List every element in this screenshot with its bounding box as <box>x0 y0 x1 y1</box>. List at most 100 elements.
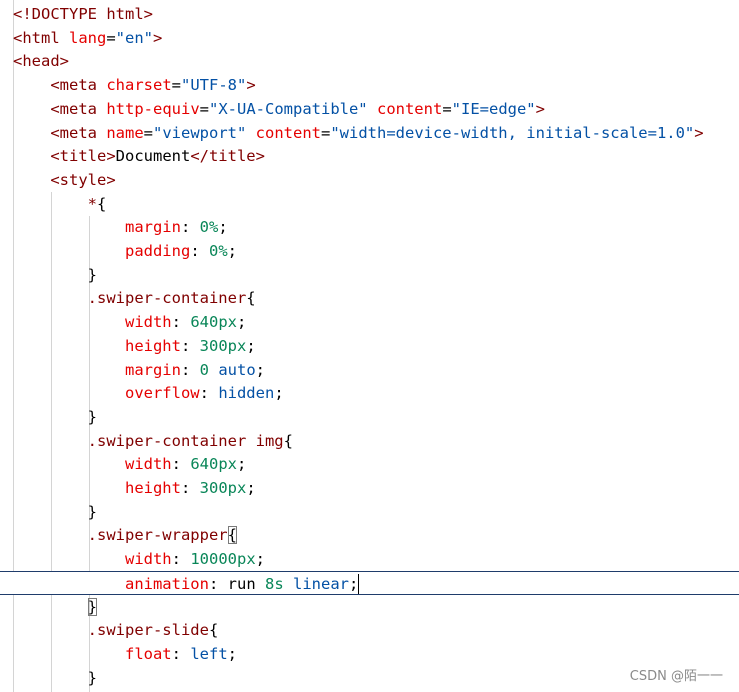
code-line[interactable]: float: left; <box>0 642 739 666</box>
code-line[interactable]: } <box>0 405 739 429</box>
code-token: ; <box>255 360 266 379</box>
code-token: : <box>180 218 200 237</box>
code-line[interactable]: margin: 0%; <box>0 215 739 239</box>
code-line[interactable]: } <box>0 263 739 287</box>
code-line[interactable]: .swiper-slide{ <box>0 618 739 642</box>
code-line[interactable]: animation: run 8s linear; <box>0 570 739 595</box>
code-token: hidden <box>218 384 275 403</box>
code-token: ; <box>227 242 237 260</box>
code-token: "X-UA-Compatible" <box>209 99 377 118</box>
code-token: } <box>87 265 97 284</box>
code-token: <meta <box>50 123 107 142</box>
code-line[interactable]: width: 640px; <box>0 310 739 334</box>
code-line[interactable]: .swiper-wrapper{ <box>0 523 739 547</box>
code-token: { <box>283 431 293 450</box>
code-editor[interactable]: <!DOCTYPE html> <html lang="en"> <head> <m… <box>0 0 739 692</box>
code-token: content <box>255 123 321 142</box>
code-token: <title> <box>50 147 116 166</box>
code-line[interactable]: .swiper-container img{ <box>0 429 739 453</box>
code-token: : <box>199 384 219 403</box>
code-token: * <box>87 194 97 213</box>
code-token: 640px <box>190 313 237 332</box>
code-token: { <box>97 194 107 213</box>
code-line[interactable]: overflow: hidden; <box>0 381 739 405</box>
code-line[interactable]: .swiper-container{ <box>0 286 739 310</box>
code-token: ; <box>237 313 247 332</box>
code-token: animation <box>124 574 209 593</box>
code-token: 0% <box>199 218 219 237</box>
code-token: charset <box>106 76 172 95</box>
code-line[interactable]: <style> <box>0 168 739 192</box>
code-token: "width=device-width, initial-scale=1.0" <box>330 123 695 142</box>
code-token: </title> <box>190 147 265 166</box>
text-cursor <box>358 574 360 595</box>
watermark: CSDN @陌一一 <box>629 669 723 684</box>
code-token: } <box>87 597 97 616</box>
code-line[interactable]: <!DOCTYPE html> <box>0 2 739 26</box>
code-line[interactable]: <meta http-equiv="X-UA-Compatible" conte… <box>0 97 739 121</box>
code-token: : <box>171 455 191 474</box>
code-token: : <box>180 336 200 355</box>
code-token: .swiper-container <box>87 289 247 308</box>
code-token: "viewport" <box>153 123 256 142</box>
code-line[interactable]: <head> <box>0 49 739 73</box>
code-line[interactable]: margin: 0 auto; <box>0 358 739 382</box>
code-token: width <box>124 313 172 332</box>
code-line[interactable]: <meta charset="UTF-8"> <box>0 73 739 97</box>
code-token: > <box>153 28 163 47</box>
code-line[interactable]: <title>Document</title> <box>0 144 739 168</box>
code-token: "UTF-8" <box>181 76 247 95</box>
code-token: } <box>87 407 97 426</box>
code-token: : <box>180 360 200 379</box>
code-token: ; <box>274 384 284 403</box>
code-line[interactable]: padding: 0%; <box>0 239 739 263</box>
code-token: : <box>180 479 200 497</box>
code-token: content <box>376 99 443 118</box>
code-token: "en" <box>115 28 153 47</box>
code-token: 0 <box>199 360 209 379</box>
code-token: lang <box>69 28 107 47</box>
code-line[interactable]: width: 640px; <box>0 452 739 476</box>
code-token: .swiper-wrapper <box>87 526 228 545</box>
code-token: width <box>124 550 172 569</box>
code-token: = <box>320 123 331 142</box>
code-token: ; <box>237 455 247 474</box>
code-line[interactable]: } <box>0 595 739 619</box>
code-token: overflow <box>124 384 200 403</box>
code-token: <meta <box>50 99 107 118</box>
code-line[interactable]: <meta name="viewport" content="width=dev… <box>0 121 739 145</box>
code-line[interactable]: width: 10000px; <box>0 547 739 571</box>
code-token: <style> <box>50 170 116 189</box>
code-token: ; <box>255 550 265 569</box>
code-line[interactable]: height: 300px; <box>0 476 739 500</box>
code-line[interactable]: } <box>0 500 739 524</box>
code-token: <!DOCTYPE html> <box>13 5 153 23</box>
code-line[interactable]: *{ <box>0 192 739 216</box>
code-line[interactable]: <html lang="en"> <box>0 26 739 50</box>
code-token: > <box>246 76 256 95</box>
code-token: ; <box>218 218 228 237</box>
code-line[interactable]: height: 300px; <box>0 334 739 358</box>
code-token: http-equiv <box>106 99 200 118</box>
code-token: } <box>87 668 97 687</box>
code-token: = <box>199 99 209 118</box>
code-token: : <box>208 574 228 593</box>
code-token: name <box>106 123 144 142</box>
code-token: margin <box>124 218 181 237</box>
code-line[interactable]: } <box>0 666 739 690</box>
code-token: 300px <box>199 479 247 497</box>
